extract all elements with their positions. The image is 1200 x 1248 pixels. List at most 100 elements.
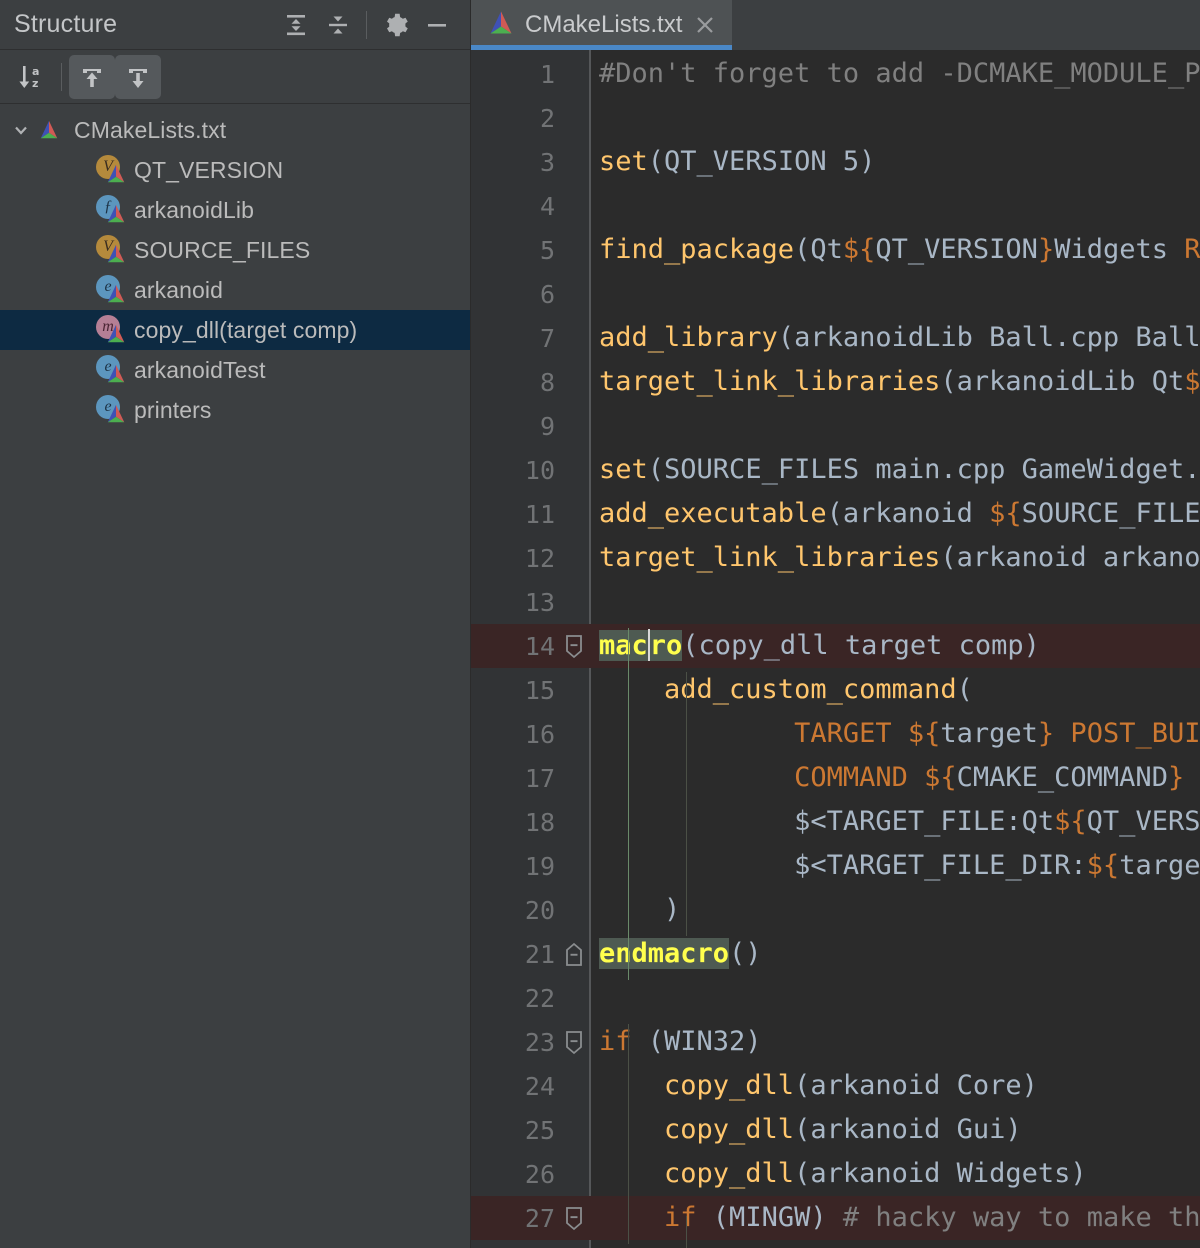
- tree-item-label: arkanoid: [134, 276, 224, 303]
- tree-item-arkanoid[interactable]: e arkanoid: [0, 270, 470, 310]
- tree-item-arkanoidlib[interactable]: ƒ arkanoidLib: [0, 190, 470, 230]
- scroll-from-source-icon[interactable]: [69, 54, 115, 99]
- code-line[interactable]: 4: [471, 184, 1200, 228]
- code-line[interactable]: 19 $<TARGET_FILE_DIR:${target: [471, 844, 1200, 888]
- tree-item-copy-dll-target-comp-[interactable]: m copy_dll(target comp): [0, 310, 470, 350]
- code-line-text: copy_dll(arkanoid Core): [599, 1070, 1038, 1101]
- close-icon[interactable]: [692, 12, 718, 38]
- indent-guide: [628, 1024, 629, 1244]
- code-line-text: find_package(Qt${QT_VERSION}Widgets RE: [599, 234, 1200, 265]
- code-line-text: if (MINGW) # hacky way to make th: [599, 1202, 1200, 1233]
- panel-title: Structure: [14, 10, 118, 38]
- code-line[interactable]: 16 TARGET ${target} POST_BUIL: [471, 712, 1200, 756]
- sort-alphabetically-icon[interactable]: a z: [8, 55, 54, 99]
- code-line[interactable]: 2: [471, 96, 1200, 140]
- code-line[interactable]: 24 copy_dll(arkanoid Core): [471, 1064, 1200, 1108]
- gutter-spacer: [563, 272, 589, 316]
- code-line[interactable]: 21 endmacro(): [471, 932, 1200, 976]
- cmake-executable-icon: e: [96, 275, 126, 305]
- gutter-spacer: [563, 1108, 589, 1152]
- cmake-target-icon: ƒ: [96, 195, 126, 225]
- collapse-all-icon[interactable]: [317, 4, 359, 46]
- code-line-text: set(QT_VERSION 5): [599, 146, 876, 177]
- fold-marker-icon[interactable]: [563, 624, 589, 668]
- code-line-text: $<TARGET_FILE:Qt${QT_VERSI: [599, 806, 1200, 837]
- code-line-text: #Don't forget to add -DCMAKE_MODULE_PA: [599, 58, 1200, 89]
- code-line-text: copy_dll(arkanoid Widgets): [599, 1158, 1087, 1189]
- code-line[interactable]: 7 add_library(arkanoidLib Ball.cpp Ball.: [471, 316, 1200, 360]
- code-line[interactable]: 25 copy_dll(arkanoid Gui): [471, 1108, 1200, 1152]
- line-number: 2: [539, 103, 555, 133]
- structure-tree[interactable]: CMakeLists.txt V QT_VERSION ƒ arkanoidLib V SO…: [0, 104, 470, 1248]
- code-line[interactable]: 1 #Don't forget to add -DCMAKE_MODULE_PA: [471, 52, 1200, 96]
- code-line[interactable]: 3 set(QT_VERSION 5): [471, 140, 1200, 184]
- code-line[interactable]: 18 $<TARGET_FILE:Qt${QT_VERSI: [471, 800, 1200, 844]
- code-line-text: if (WIN32): [599, 1026, 762, 1057]
- code-line-text: target_link_libraries(arkanoidLib Qt$: [599, 366, 1200, 397]
- tree-item-cmakelists-txt[interactable]: CMakeLists.txt: [0, 110, 470, 150]
- line-number: 8: [539, 367, 555, 397]
- code-line[interactable]: 14 macro(copy_dll target comp): [471, 624, 1200, 668]
- line-number: 27: [471, 1204, 563, 1233]
- line-number: 21: [524, 939, 555, 969]
- gutter-spacer: [563, 316, 589, 360]
- code-line[interactable]: 17 COMMAND ${CMAKE_COMMAND} -: [471, 756, 1200, 800]
- code-line[interactable]: 5 find_package(Qt${QT_VERSION}Widgets RE: [471, 228, 1200, 272]
- gutter-spacer: [563, 800, 589, 844]
- svg-text:z: z: [32, 77, 38, 90]
- editor-area: CMakeLists.txt 1 #Don't forget to add -DC…: [471, 0, 1200, 1248]
- gutter-spacer: [563, 844, 589, 888]
- code-line-text: TARGET ${target} POST_BUIL: [599, 718, 1200, 749]
- code-line-text: endmacro(): [599, 938, 762, 969]
- gutter-spacer: [563, 448, 589, 492]
- tree-item-source-files[interactable]: V SOURCE_FILES: [0, 230, 470, 270]
- structure-panel-toolbar: a z: [0, 50, 470, 104]
- gutter-spacer: [563, 492, 589, 536]
- fold-marker-icon[interactable]: [563, 1020, 589, 1064]
- code-line[interactable]: 27 if (MINGW) # hacky way to make th: [471, 1196, 1200, 1240]
- line-number: 15: [524, 675, 555, 705]
- line-number: 23: [524, 1027, 555, 1057]
- tree-item-label: copy_dll(target comp): [134, 316, 358, 343]
- cmake-executable-icon: e: [96, 395, 126, 425]
- line-number: 12: [524, 543, 555, 573]
- code-line[interactable]: 11 add_executable(arkanoid ${SOURCE_FILES: [471, 492, 1200, 536]
- gutter-spacer: [563, 712, 589, 756]
- gutter-spacer: [563, 96, 589, 140]
- gutter-spacer: [563, 888, 589, 932]
- line-number: 1: [539, 59, 555, 89]
- code-line[interactable]: 23 if (WIN32): [471, 1020, 1200, 1064]
- code-line[interactable]: 6: [471, 272, 1200, 316]
- code-line[interactable]: 26 copy_dll(arkanoid Widgets): [471, 1152, 1200, 1196]
- code-line[interactable]: 22: [471, 976, 1200, 1020]
- chevron-down-icon[interactable]: [6, 120, 36, 140]
- fold-marker-icon[interactable]: [563, 932, 589, 976]
- code-line[interactable]: 10 set(SOURCE_FILES main.cpp GameWidget.c: [471, 448, 1200, 492]
- expand-all-icon[interactable]: [275, 4, 317, 46]
- code-line[interactable]: 13: [471, 580, 1200, 624]
- code-line[interactable]: 12 target_link_libraries(arkanoid arkanoi: [471, 536, 1200, 580]
- minimize-icon[interactable]: [416, 4, 458, 46]
- code-line[interactable]: 8 target_link_libraries(arkanoidLib Qt$: [471, 360, 1200, 404]
- code-line[interactable]: 20 ): [471, 888, 1200, 932]
- gear-icon[interactable]: [374, 4, 416, 46]
- cmake-macro-icon: m: [96, 315, 126, 345]
- line-number: 7: [539, 323, 555, 353]
- code-line[interactable]: 9: [471, 404, 1200, 448]
- editor-tab-cmakelists[interactable]: CMakeLists.txt: [471, 0, 733, 50]
- tree-item-qt-version[interactable]: V QT_VERSION: [0, 150, 470, 190]
- code-line-text: macro(copy_dll target comp): [599, 628, 1040, 661]
- gutter-spacer: [563, 360, 589, 404]
- scroll-to-source-icon[interactable]: [115, 54, 161, 99]
- tree-item-label: arkanoidTest: [134, 356, 266, 383]
- fold-marker-icon[interactable]: [563, 1196, 589, 1240]
- tree-item-printers[interactable]: e printers: [0, 390, 470, 430]
- code-editor[interactable]: 1 #Don't forget to add -DCMAKE_MODULE_PA 2…: [471, 50, 1200, 1248]
- tree-item-arkanoidtest[interactable]: e arkanoidTest: [0, 350, 470, 390]
- tree-item-label: QT_VERSION: [134, 156, 284, 183]
- line-number: 26: [524, 1159, 555, 1189]
- line-number: 14: [471, 632, 563, 661]
- gutter-spacer: [563, 1064, 589, 1108]
- indent-guide: [686, 1216, 687, 1248]
- code-line[interactable]: 15 add_custom_command(: [471, 668, 1200, 712]
